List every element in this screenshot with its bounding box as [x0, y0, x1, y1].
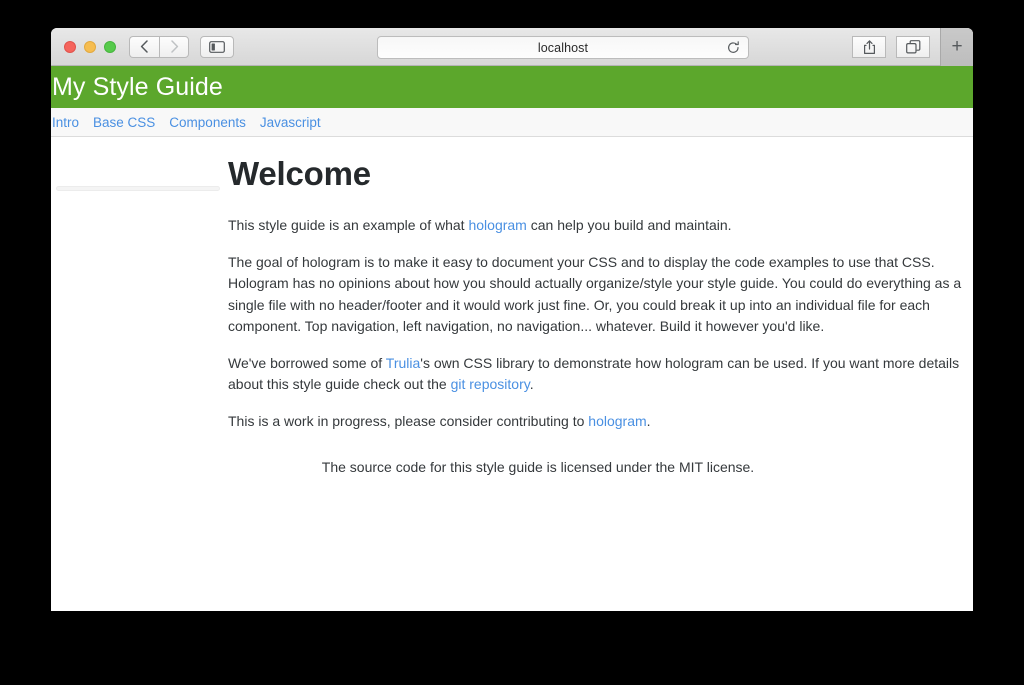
browser-toolbar: localhost + [51, 28, 973, 66]
new-tab-button[interactable]: + [940, 28, 973, 66]
sidebar-toggle-button[interactable] [200, 35, 234, 58]
close-window-button[interactable] [64, 40, 76, 53]
toolbar-right-group: + [852, 28, 973, 66]
show-tabs-button[interactable] [896, 36, 930, 58]
url-text[interactable]: localhost [538, 41, 588, 55]
paragraph-text: We've borrowed some of [228, 354, 386, 371]
nav-item-intro[interactable]: Intro [52, 115, 79, 130]
site-header: My Style Guide [51, 66, 973, 108]
license-note: The source code for this style guide is … [321, 459, 755, 475]
minimize-window-button[interactable] [84, 40, 96, 53]
navigation-buttons [129, 35, 189, 58]
paragraph-goal: The goal of hologram is to make it easy … [228, 252, 973, 338]
inline-link[interactable]: hologram [588, 413, 646, 429]
paragraph-text: can help you build and maintain. [526, 217, 732, 233]
share-button[interactable] [852, 36, 886, 58]
paragraph-intro: This style guide is an example of what h… [228, 215, 973, 237]
reload-icon[interactable] [727, 40, 740, 55]
back-button[interactable] [129, 35, 159, 58]
share-icon [863, 39, 876, 55]
address-bar[interactable]: localhost [377, 36, 749, 59]
site-navigation: Intro Base CSS Components Javascript [51, 108, 973, 137]
article: Welcome This style guide is an example o… [228, 155, 973, 475]
paragraph-text: . [529, 376, 534, 392]
inline-link[interactable]: hologram [468, 217, 526, 233]
zoom-window-button[interactable] [104, 40, 116, 53]
sidebar-toggle-icon [209, 40, 225, 53]
paragraph-text: . [646, 412, 651, 429]
paragraph-trulia: We've borrowed some of Trulia's own CSS … [228, 353, 973, 396]
inline-link[interactable]: git repository [451, 376, 530, 392]
nav-item-javascript[interactable]: Javascript [260, 115, 321, 130]
paragraph-text: This is a work in progress, please consi… [228, 412, 589, 429]
chevron-left-icon [140, 40, 149, 53]
nav-item-components[interactable]: Components [169, 115, 246, 130]
forward-button[interactable] [159, 35, 189, 58]
page-viewport: My Style Guide Intro Base CSS Components… [51, 66, 973, 611]
content-area: Welcome This style guide is an example o… [51, 137, 973, 611]
inline-link[interactable]: Trulia [386, 355, 421, 371]
show-tabs-icon [905, 40, 921, 54]
paragraph-text: This style guide is an example of what [228, 217, 469, 233]
paragraph-contributing: This is a work in progress, please consi… [228, 411, 973, 433]
nav-item-base-css[interactable]: Base CSS [93, 115, 155, 130]
chevron-right-icon [170, 40, 179, 53]
page-title: My Style Guide [52, 72, 223, 101]
browser-window: localhost + My Style Guide Intro Base CS… [51, 28, 973, 611]
plus-icon: + [951, 36, 963, 57]
paragraph-text: The goal of hologram is to make it easy … [228, 253, 962, 335]
sidebar-divider [56, 186, 220, 191]
window-controls [51, 40, 116, 53]
welcome-heading: Welcome [228, 155, 371, 192]
